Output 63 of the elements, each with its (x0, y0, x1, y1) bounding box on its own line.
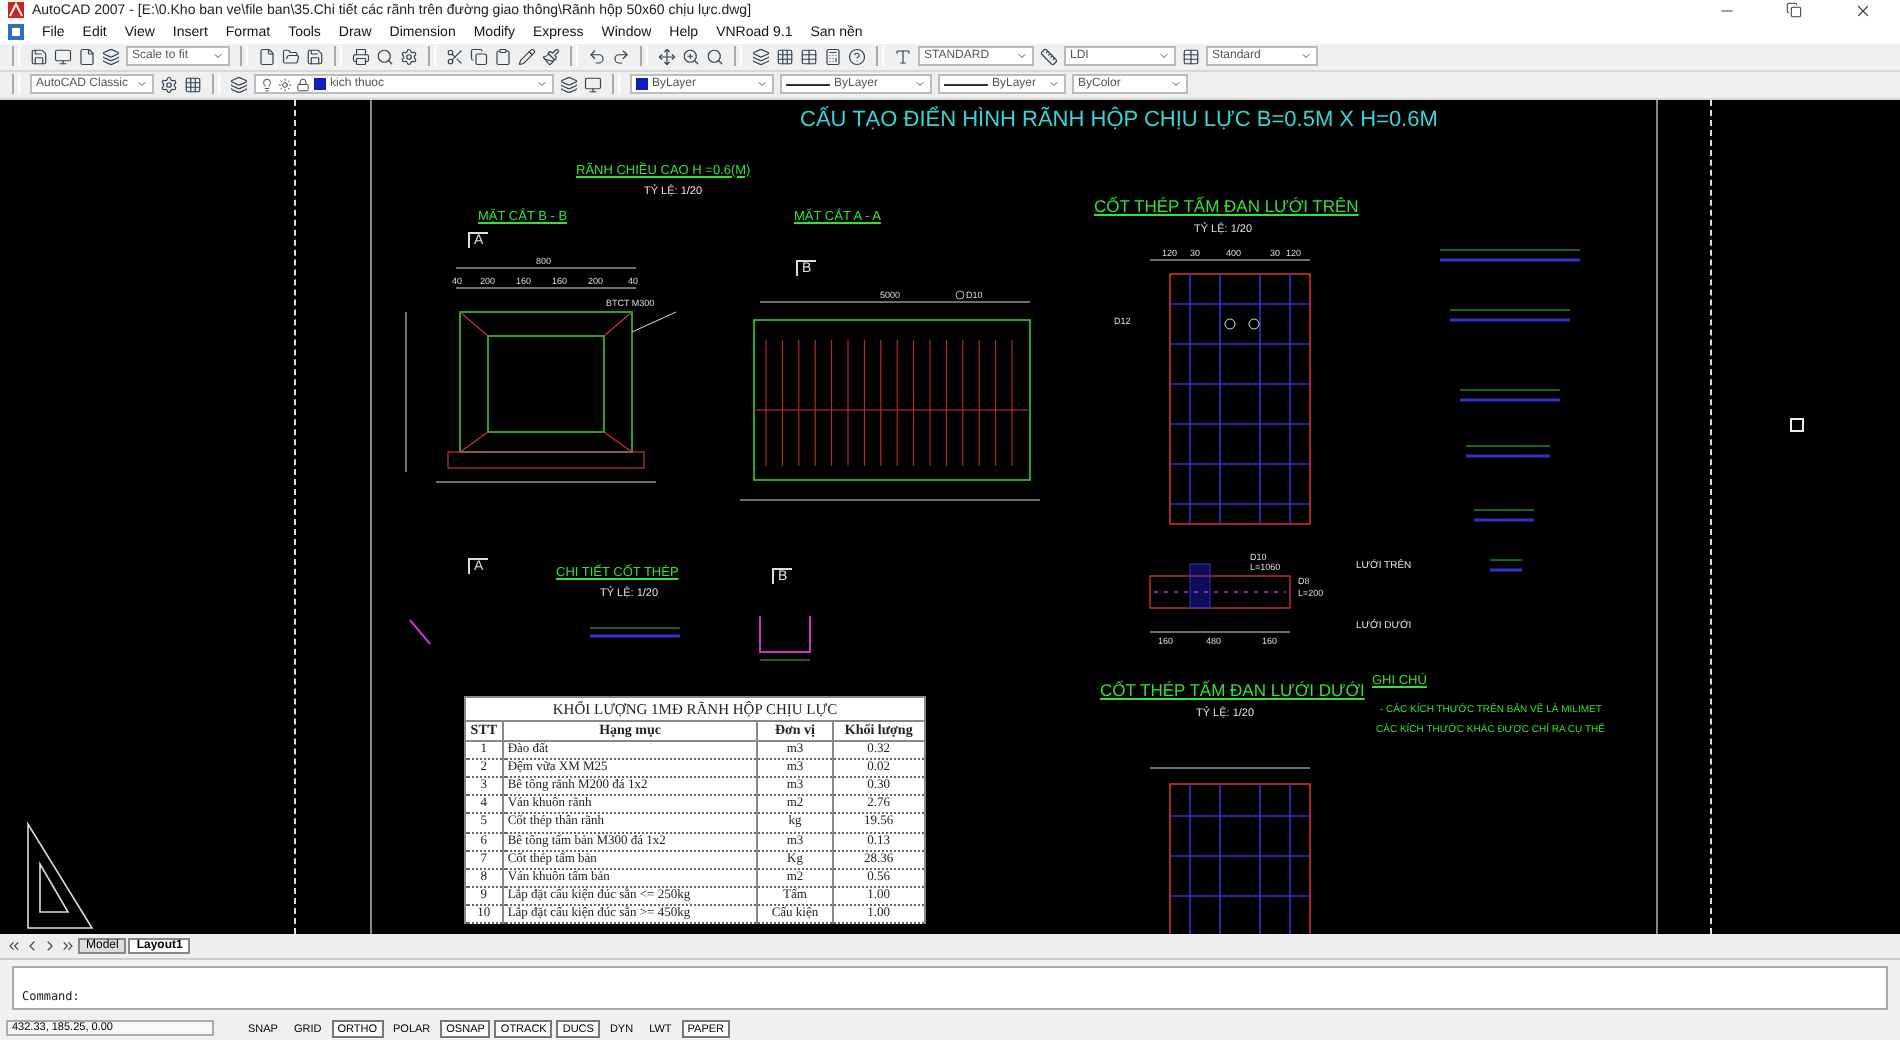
pickbox-cursor-icon (1790, 417, 1804, 432)
save-icon[interactable] (30, 47, 48, 66)
layer-previous-icon[interactable] (584, 75, 602, 94)
copy-icon[interactable] (470, 47, 488, 66)
layers-icon[interactable] (230, 75, 248, 94)
chevron-down-icon (1170, 78, 1182, 91)
chevron-down-icon (1300, 50, 1312, 63)
print-icon[interactable] (352, 47, 370, 66)
restore-icon[interactable] (1786, 2, 1802, 19)
text-style-icon[interactable] (894, 47, 912, 66)
new-file-icon[interactable] (258, 47, 276, 66)
zoom-icon[interactable] (682, 47, 700, 66)
sun-icon[interactable] (278, 77, 292, 92)
color-swatch (636, 78, 648, 91)
table-style-icon[interactable] (1182, 47, 1200, 66)
chevron-down-icon (536, 78, 548, 91)
undo-icon[interactable] (588, 47, 606, 66)
folder-icon[interactable] (282, 47, 300, 66)
close-icon[interactable] (1853, 1, 1871, 20)
next-tab-icon[interactable] (42, 938, 58, 955)
layers-icon[interactable] (752, 47, 770, 66)
cut-icon[interactable] (446, 47, 464, 66)
lock-icon[interactable] (296, 77, 310, 92)
paste-icon[interactable] (494, 47, 512, 66)
grid-icon[interactable] (776, 47, 794, 66)
gear-icon[interactable] (400, 47, 418, 66)
chevron-down-icon (914, 78, 926, 91)
dimension-style-icon[interactable] (1040, 47, 1058, 66)
drawing-annotation: CỐT THÉP TẤM ĐAN LƯỚI DƯỚI (1100, 679, 1365, 700)
calculator-icon[interactable] (824, 47, 842, 66)
layer-color-swatch (314, 78, 326, 91)
gear-icon[interactable] (160, 75, 178, 94)
grid-icon[interactable] (184, 75, 202, 94)
pan-icon[interactable] (658, 47, 676, 66)
redo-icon[interactable] (612, 47, 630, 66)
chevron-down-icon (756, 78, 768, 91)
layers-icon[interactable] (102, 47, 120, 66)
chevron-down-icon (212, 50, 224, 63)
search-icon[interactable] (706, 47, 724, 66)
linetype-sample (786, 83, 830, 86)
ucs-icon (24, 819, 96, 932)
lineweight-sample (944, 83, 988, 86)
lightbulb-icon[interactable] (260, 77, 274, 92)
drawing-canvas[interactable] (0, 99, 1900, 935)
drawing-annotation: CỐT THÉP TẤM ĐAN LƯỚI TRÊN (1094, 195, 1359, 216)
previous-tab-icon[interactable] (24, 938, 40, 955)
chevron-down-icon (1158, 50, 1170, 63)
chevron-down-icon (1016, 50, 1028, 63)
first-tab-icon[interactable] (6, 938, 22, 955)
drawing-title: CẤU TẠO ĐIỂN HÌNH RÃNH HỘP CHỊU LỰC B=0.5M X H=0.6M (800, 107, 1438, 132)
help-icon[interactable] (848, 47, 866, 66)
table-icon[interactable] (800, 47, 818, 66)
preview-icon[interactable] (376, 47, 394, 66)
chevron-down-icon (1048, 78, 1060, 91)
document-icon[interactable] (78, 47, 96, 66)
layer-state-icon[interactable] (560, 75, 578, 94)
save-icon[interactable] (306, 47, 324, 66)
last-tab-icon[interactable] (60, 938, 76, 955)
pencil-icon[interactable] (518, 47, 536, 66)
document-icon[interactable] (8, 24, 24, 41)
paintbrush-icon[interactable] (542, 47, 560, 66)
chevron-down-icon (136, 78, 148, 91)
monitor-icon[interactable] (54, 47, 72, 66)
